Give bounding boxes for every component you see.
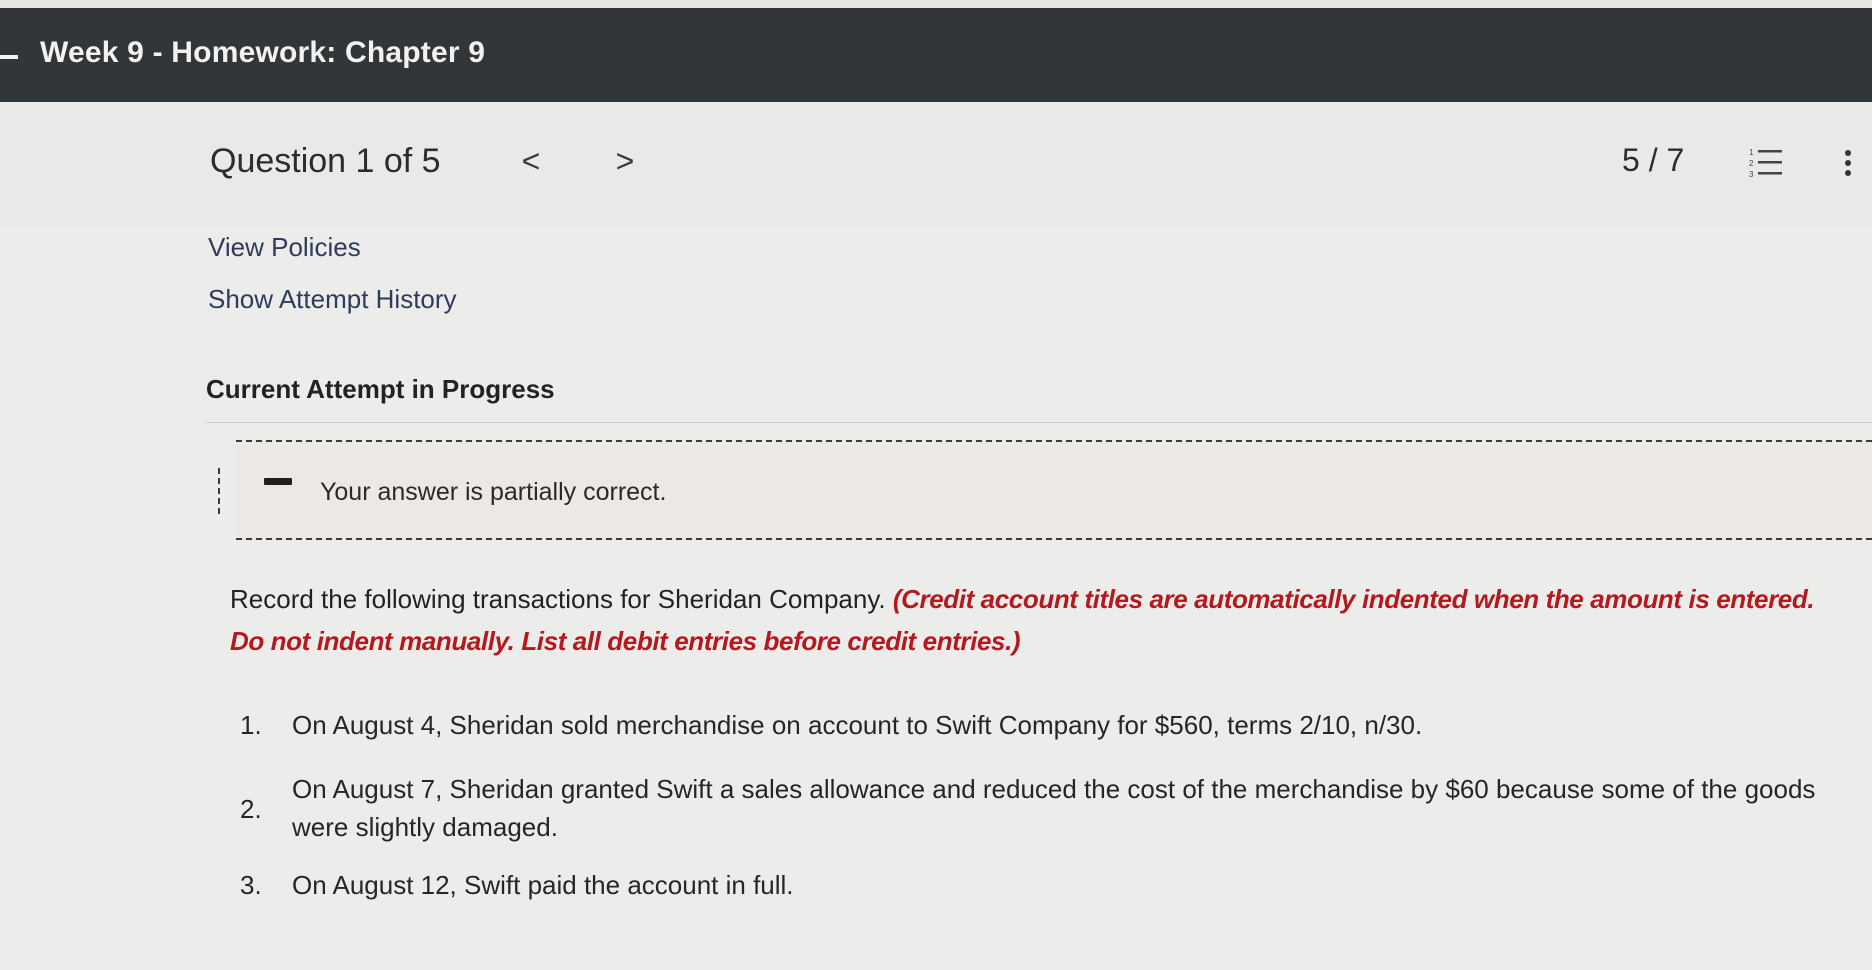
assignment-title: Week 9 - Homework: Chapter 9 xyxy=(40,36,486,69)
divider xyxy=(206,422,1872,423)
question-counter: Question 1 of 5 xyxy=(210,142,441,180)
previous-question-button[interactable]: < xyxy=(516,144,546,178)
svg-text:2: 2 xyxy=(1749,159,1754,168)
attempt-heading: Current Attempt in Progress xyxy=(206,374,555,404)
top-strip xyxy=(0,0,1872,8)
question-list-icon[interactable]: 1 2 3 xyxy=(1748,146,1788,180)
item-number: 2. xyxy=(240,794,262,824)
item-text: On August 12, Swift paid the account in … xyxy=(292,870,794,900)
question-instructions: Record the following transactions for Sh… xyxy=(230,578,1850,662)
svg-text:1: 1 xyxy=(1749,148,1754,157)
item-text: On August 7, Sheridan granted Swift a sa… xyxy=(292,774,1816,842)
svg-text:3: 3 xyxy=(1749,170,1754,179)
instructions-lead: Record the following transactions for Sh… xyxy=(230,584,893,614)
score-display: 5 / 7 xyxy=(1622,142,1685,178)
item-number: 3. xyxy=(240,870,262,900)
item-number: 1. xyxy=(240,710,262,740)
more-options-icon[interactable] xyxy=(1840,146,1856,180)
view-policies-link[interactable]: View Policies xyxy=(208,232,361,263)
item-text: On August 4, Sheridan sold merchandise o… xyxy=(292,710,1423,740)
feedback-box-left-edge xyxy=(218,468,220,514)
partial-correct-icon xyxy=(264,478,292,485)
back-icon[interactable] xyxy=(0,55,18,59)
feedback-message: Your answer is partially correct. xyxy=(320,478,667,506)
next-question-button[interactable]: > xyxy=(610,144,640,178)
question-nav-bar: Question 1 of 5 < > 5 / 7 1 2 3 xyxy=(0,102,1872,226)
question-content: View Policies Show Attempt History Curre… xyxy=(0,226,1872,970)
show-attempt-history-link[interactable]: Show Attempt History xyxy=(208,284,457,315)
title-bar: Week 9 - Homework: Chapter 9 xyxy=(0,8,1872,102)
